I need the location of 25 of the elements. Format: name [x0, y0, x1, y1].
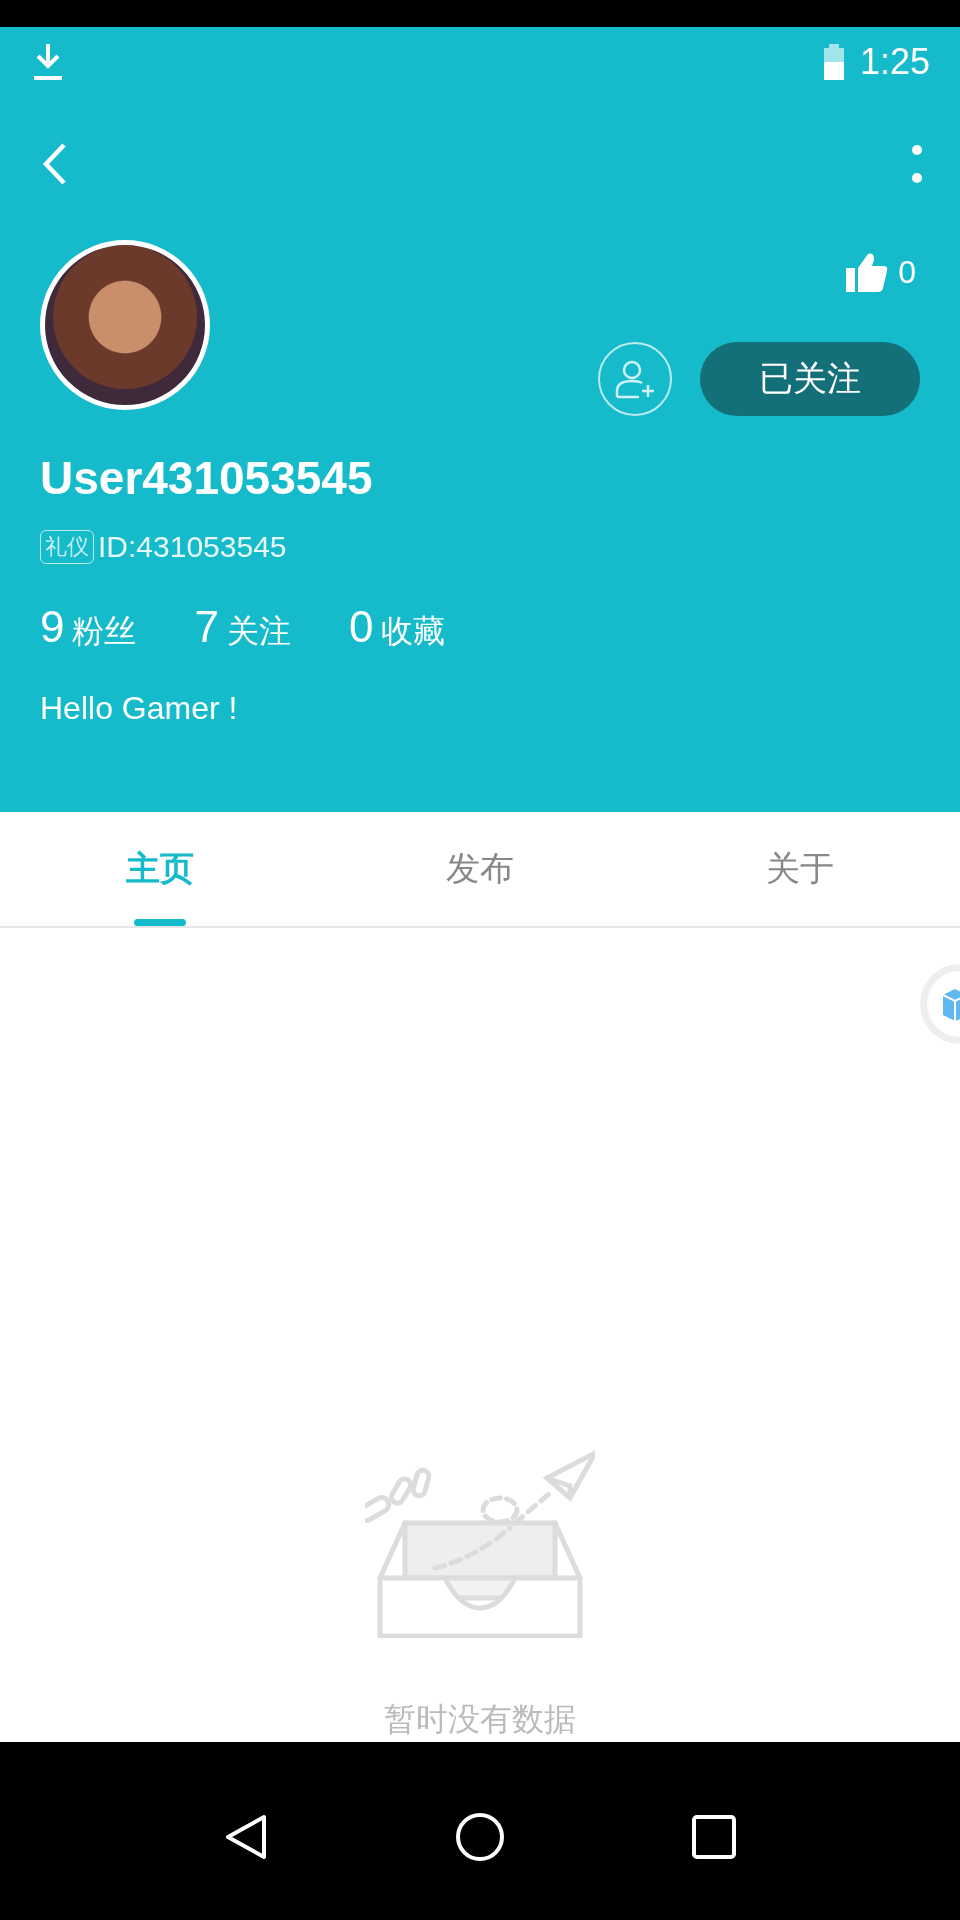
stat-count[interactable]: 0 [348, 602, 374, 652]
tab[interactable]: 关于 [640, 812, 960, 926]
following-button[interactable]: 已关注 [700, 342, 920, 416]
home-nav-button[interactable] [455, 1812, 505, 1862]
recents-nav-button[interactable] [692, 1815, 737, 1859]
thumbs-up-icon[interactable] [846, 252, 889, 292]
download-icon [32, 42, 64, 82]
clock-time: 1:25 [859, 41, 930, 83]
title-tag: 礼仪 [40, 530, 94, 564]
tab[interactable]: 发布 [320, 812, 640, 926]
stat-label[interactable]: 粉丝 [72, 610, 137, 654]
stat-label[interactable]: 关注 [226, 610, 291, 654]
battery-icon [821, 44, 846, 80]
username: User431053545 [40, 451, 374, 506]
add-friend-button[interactable] [598, 342, 672, 416]
stat-count[interactable]: 9 [40, 602, 65, 652]
back-nav-button[interactable] [223, 1813, 268, 1861]
like-count: 0 [898, 253, 916, 291]
bio-text: Hello Gamer ! [40, 690, 239, 727]
stat-count[interactable]: 7 [194, 602, 219, 652]
tab[interactable]: 主页 [0, 812, 320, 926]
cube-icon [941, 987, 960, 1021]
empty-message: 暂时没有数据 [384, 1699, 576, 1740]
stat-label[interactable]: 收藏 [381, 610, 446, 654]
user-id: ID:431053545 [98, 530, 287, 564]
